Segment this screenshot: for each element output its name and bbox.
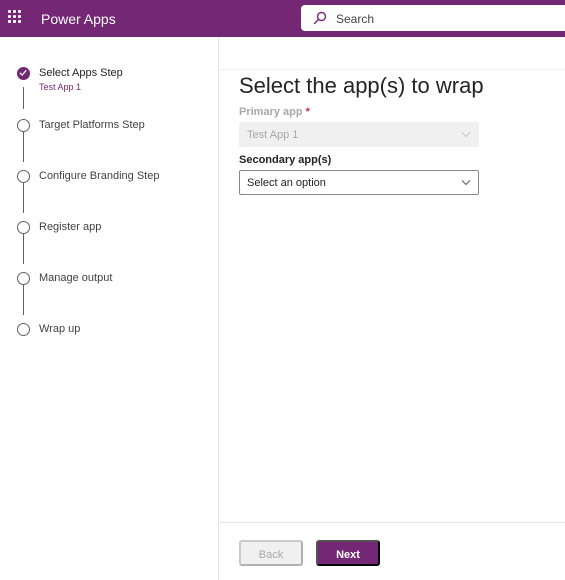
step-label: Target Platforms Step bbox=[39, 119, 145, 131]
step-register-app[interactable]: Register app bbox=[0, 220, 219, 250]
primary-app-label-text: Primary app bbox=[239, 106, 303, 118]
divider bbox=[220, 69, 565, 70]
step-target-platforms[interactable]: Target Platforms Step bbox=[0, 118, 219, 148]
secondary-apps-dropdown[interactable]: Select an option bbox=[239, 170, 479, 195]
app-name[interactable]: Power Apps bbox=[41, 11, 116, 27]
search-placeholder: Search bbox=[336, 12, 375, 26]
step-manage-output[interactable]: Manage output bbox=[0, 271, 219, 301]
step-pending-icon bbox=[17, 323, 30, 336]
step-pending-icon bbox=[17, 221, 30, 234]
back-button: Back bbox=[239, 540, 303, 566]
chevron-down-icon bbox=[461, 180, 471, 186]
step-label: Manage output bbox=[39, 272, 113, 284]
secondary-apps-label: Secondary app(s) bbox=[239, 154, 332, 166]
step-pending-icon bbox=[17, 119, 30, 132]
step-pending-icon bbox=[17, 170, 30, 183]
required-marker: * bbox=[305, 106, 310, 118]
app-launcher-icon[interactable] bbox=[8, 10, 22, 24]
step-configure-branding[interactable]: Configure Branding Step bbox=[0, 169, 219, 199]
step-label: Register app bbox=[39, 221, 102, 233]
primary-app-label: Primary app * bbox=[239, 105, 310, 119]
page-title: Select the app(s) to wrap bbox=[239, 73, 484, 98]
wizard-steps-sidebar: Select Apps Step Test App 1 Target Platf… bbox=[0, 37, 219, 580]
step-select-apps[interactable]: Select Apps Step Test App 1 bbox=[0, 66, 219, 96]
top-bar: Power Apps Search bbox=[0, 0, 565, 37]
next-button[interactable]: Next bbox=[316, 540, 380, 566]
primary-app-value: Test App 1 bbox=[247, 129, 299, 141]
secondary-apps-placeholder: Select an option bbox=[247, 177, 326, 189]
step-label: Wrap up bbox=[39, 323, 81, 335]
step-label: Select Apps Step bbox=[39, 67, 123, 79]
step-sublabel: Test App 1 bbox=[39, 82, 82, 92]
step-pending-icon bbox=[17, 272, 30, 285]
primary-app-dropdown: Test App 1 bbox=[239, 122, 479, 147]
step-label: Configure Branding Step bbox=[39, 170, 160, 182]
chevron-down-icon bbox=[461, 132, 471, 138]
step-complete-icon bbox=[17, 67, 30, 80]
step-wrap-up[interactable]: Wrap up bbox=[0, 322, 219, 352]
footer-divider bbox=[220, 522, 565, 523]
search-icon bbox=[313, 11, 327, 25]
search-box[interactable]: Search bbox=[301, 5, 565, 31]
